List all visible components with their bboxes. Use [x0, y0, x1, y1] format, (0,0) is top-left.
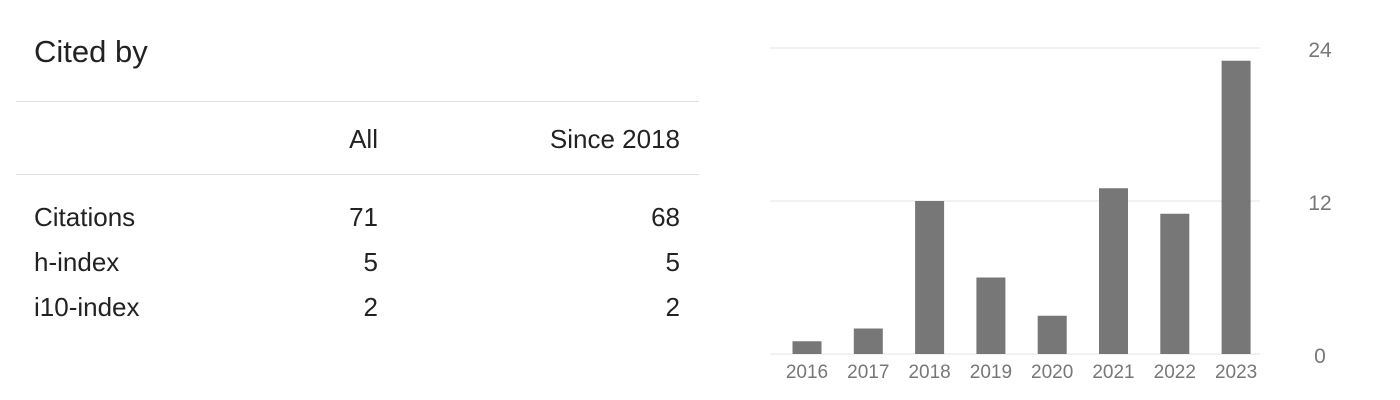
x-tick-label-2017: 2017 [847, 362, 889, 383]
bar-2020 [1037, 315, 1067, 354]
i10-index-all-value: 2 [363, 292, 378, 322]
y-tick-label-12: 12 [1308, 192, 1331, 215]
x-tick-label-2020: 2020 [1031, 362, 1073, 383]
h-index-all-value: 5 [363, 247, 378, 277]
h-index-since-value: 5 [665, 247, 680, 277]
row-label-citations: Citations [34, 202, 136, 232]
bar-chart-svg: 0 12 24 2016 2017 2018 2019 2020 2021 2022 2023 [770, 39, 1332, 383]
column-header-all: All [349, 124, 378, 154]
column-header-since-2018: Since 2018 [549, 124, 680, 154]
divider-header [16, 174, 699, 175]
i10-index-since-value: 2 [665, 292, 680, 322]
bar-2021 [1099, 188, 1128, 354]
row-label-i10-index: i10-index [34, 292, 140, 322]
x-tick-label-2023: 2023 [1215, 362, 1257, 383]
x-tick-label-2018: 2018 [908, 362, 950, 383]
y-tick-label-0: 0 [1314, 345, 1326, 368]
bar-2017 [853, 328, 883, 354]
citations-since-value: 68 [651, 202, 680, 232]
x-tick-label-2022: 2022 [1154, 362, 1196, 383]
divider-top [16, 101, 699, 102]
citations-per-year-chart: 0 12 24 2016 2017 2018 2019 2020 2021 2022 2023 [760, 20, 1360, 390]
bar-2023 [1221, 60, 1251, 354]
citations-all-value: 71 [349, 202, 378, 232]
bar-2019 [976, 277, 1006, 354]
bar-2016 [792, 341, 822, 354]
x-tick-label-2021: 2021 [1092, 362, 1134, 383]
y-tick-label-24: 24 [1308, 39, 1332, 62]
bar-2022 [1160, 213, 1190, 354]
row-label-h-index: h-index [34, 247, 120, 277]
x-tick-label-2016: 2016 [786, 362, 828, 383]
bar-2018 [915, 201, 945, 354]
page-title: Cited by [34, 34, 148, 69]
x-tick-label-2019: 2019 [970, 362, 1012, 383]
